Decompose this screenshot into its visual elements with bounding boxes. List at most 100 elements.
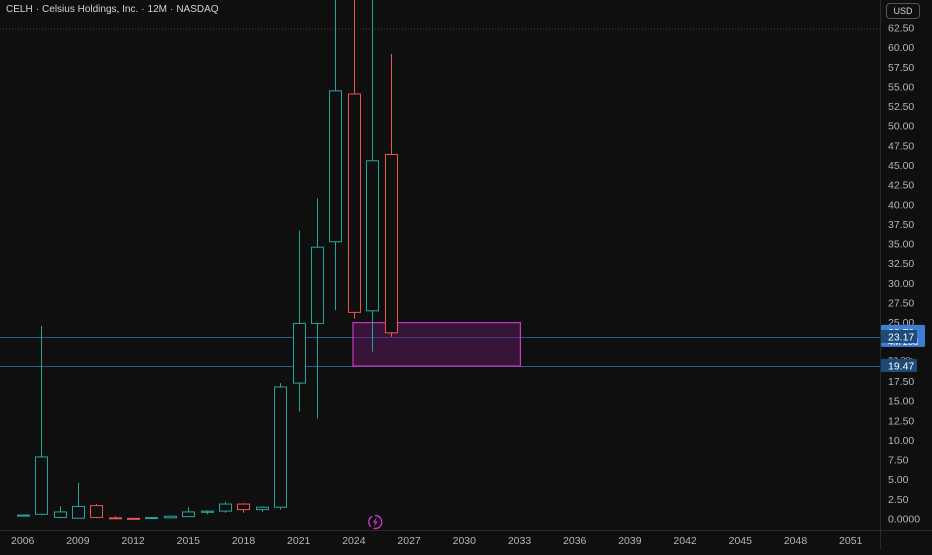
candle-body bbox=[54, 511, 67, 518]
candle-2024[interactable] bbox=[348, 0, 361, 319]
time-tick-label: 2036 bbox=[563, 535, 587, 547]
candle-2007[interactable] bbox=[35, 325, 48, 516]
title-separator: · bbox=[35, 4, 40, 15]
candle-body bbox=[109, 517, 122, 520]
candle-2020[interactable] bbox=[274, 383, 287, 510]
candle-2023[interactable] bbox=[329, 0, 342, 311]
level-price-label: 19.47 bbox=[881, 359, 917, 373]
price-tick-label: 0.0000 bbox=[888, 514, 920, 526]
time-tick-label: 2027 bbox=[397, 535, 421, 547]
time-tick-label: 2006 bbox=[11, 535, 35, 547]
candle-2017[interactable] bbox=[219, 501, 232, 513]
level-price-label: 23.17 bbox=[881, 329, 917, 343]
candle-body bbox=[219, 503, 232, 512]
candle-body bbox=[17, 514, 30, 517]
candle-body bbox=[145, 517, 158, 520]
candle-body bbox=[366, 160, 379, 312]
currency-button[interactable]: USD bbox=[886, 3, 920, 19]
candle-body bbox=[164, 515, 177, 519]
price-tick-label: 17.50 bbox=[888, 376, 914, 388]
candle-body bbox=[348, 93, 361, 313]
candle-2015[interactable] bbox=[182, 507, 195, 518]
price-tick-label: 57.50 bbox=[888, 62, 914, 74]
candle-body bbox=[311, 246, 324, 324]
candle-body bbox=[256, 506, 269, 511]
price-tick-label: 47.50 bbox=[888, 140, 914, 152]
price-tick-label: 15.00 bbox=[888, 396, 914, 408]
candle-body bbox=[385, 153, 398, 334]
candle-2019[interactable] bbox=[256, 506, 269, 512]
symbol-title[interactable]: CELH · Celsius Holdings, Inc. · 12M · NASDAQ bbox=[6, 4, 222, 15]
candle-2025[interactable] bbox=[366, 0, 379, 352]
price-axis[interactable]: 0.00002.505.007.5010.0012.5015.0017.5020… bbox=[888, 23, 920, 526]
candle-2006[interactable] bbox=[17, 514, 30, 517]
price-tick-label: 42.50 bbox=[888, 180, 914, 192]
price-tick-label: 35.00 bbox=[888, 239, 914, 251]
candle-2013[interactable] bbox=[145, 517, 158, 520]
candle-2008[interactable] bbox=[54, 506, 67, 519]
time-tick-label: 2045 bbox=[729, 535, 753, 547]
exchange-label: NASDAQ bbox=[176, 4, 219, 15]
candlestick-chart[interactable]: 0.0000 2.50 5.00 7.50 10.00 12.50 15.00 17.50 20… bbox=[0, 0, 932, 550]
time-tick-label: 2012 bbox=[121, 535, 145, 547]
zone-layer bbox=[352, 322, 522, 367]
lightning-bolt bbox=[372, 517, 378, 527]
time-tick-label: 2021 bbox=[287, 535, 311, 547]
price-tick-label: 62.50 bbox=[888, 23, 914, 35]
candle-2016[interactable] bbox=[201, 510, 214, 515]
candle-body bbox=[90, 505, 103, 518]
time-axis[interactable]: 2006 2009 2012 2015 2018 2021 2024 2027 2030 2033… bbox=[11, 535, 863, 547]
candle-2011[interactable] bbox=[109, 516, 122, 520]
price-tick-label: 27.50 bbox=[888, 297, 914, 309]
time-tick-label: 2009 bbox=[66, 535, 90, 547]
time-tick-label: 2042 bbox=[673, 535, 697, 547]
candle-body bbox=[72, 505, 85, 519]
candle-2021[interactable] bbox=[293, 230, 306, 412]
candle-body bbox=[329, 90, 342, 243]
lightning-badge-icon[interactable] bbox=[368, 514, 383, 530]
level-price-value: 19.47 bbox=[888, 361, 914, 373]
interval-label: 12M bbox=[147, 4, 167, 15]
price-tick-label: 60.00 bbox=[888, 42, 914, 54]
candle-2014[interactable] bbox=[164, 515, 177, 519]
time-tick-label: 2015 bbox=[177, 535, 201, 547]
price-tick-label: 55.00 bbox=[888, 81, 914, 93]
candle-body bbox=[293, 322, 306, 384]
candle-body bbox=[237, 503, 250, 511]
candle-2009[interactable] bbox=[72, 482, 85, 519]
candle-2026[interactable] bbox=[385, 53, 398, 337]
price-tick-label: 30.00 bbox=[888, 278, 914, 290]
symbol-name: Celsius Holdings, Inc. bbox=[42, 4, 139, 15]
price-tick-label: 45.00 bbox=[888, 160, 914, 172]
price-tick-label: 12.50 bbox=[888, 415, 914, 427]
price-tick-label: 50.00 bbox=[888, 121, 914, 133]
support-zone-rectangle[interactable] bbox=[352, 322, 522, 367]
price-tick-label: 37.50 bbox=[888, 219, 914, 231]
candle-body bbox=[182, 511, 195, 518]
price-tick-label: 52.50 bbox=[888, 101, 914, 113]
level-price-value: 23.17 bbox=[888, 331, 914, 343]
timeline-marker-layer[interactable] bbox=[368, 514, 383, 530]
candle-2010[interactable] bbox=[90, 504, 103, 519]
time-tick-label: 2039 bbox=[618, 535, 642, 547]
price-tick-label: 10.00 bbox=[888, 435, 914, 447]
time-tick-label: 2048 bbox=[784, 535, 808, 547]
candle-2018[interactable] bbox=[237, 503, 250, 513]
time-tick-label: 2018 bbox=[232, 535, 256, 547]
title-separator: · bbox=[141, 4, 145, 15]
candles-layer bbox=[17, 0, 398, 520]
time-tick-label: 2024 bbox=[342, 535, 366, 547]
time-tick-label: 2033 bbox=[508, 535, 532, 547]
symbol-ticker: CELH bbox=[6, 4, 33, 15]
candle-body bbox=[201, 510, 214, 513]
candle-2012[interactable] bbox=[127, 517, 140, 520]
candle-body bbox=[274, 386, 287, 508]
title-separator: · bbox=[169, 4, 174, 15]
chart-root[interactable]: 0.0000 2.50 5.00 7.50 10.00 12.50 15.00 17.50 20… bbox=[0, 0, 932, 550]
price-tick-label: 40.00 bbox=[888, 199, 914, 211]
time-tick-label: 2030 bbox=[453, 535, 477, 547]
candle-2022[interactable] bbox=[311, 198, 324, 419]
price-tick-label: 7.50 bbox=[888, 455, 909, 467]
price-tick-label: 5.00 bbox=[888, 474, 909, 486]
candle-body bbox=[35, 456, 48, 515]
